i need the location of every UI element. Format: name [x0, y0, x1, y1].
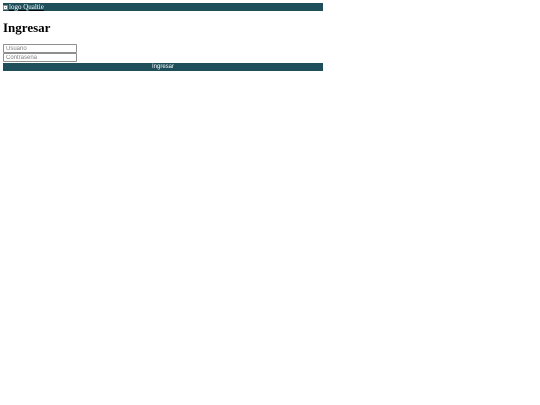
- page-title: Ingresar: [3, 20, 51, 35]
- broken-image-icon: [3, 4, 8, 10]
- logo-alt-text: logo Qualtie: [9, 2, 44, 11]
- login-button[interactable]: Ingresar: [3, 63, 323, 71]
- logo: logo Qualtie: [3, 3, 44, 11]
- login-page: logo Qualtie Ingresar Ingresar: [0, 0, 540, 405]
- header-bar: logo Qualtie: [3, 3, 323, 11]
- username-input[interactable]: [3, 44, 77, 53]
- password-input[interactable]: [3, 53, 77, 62]
